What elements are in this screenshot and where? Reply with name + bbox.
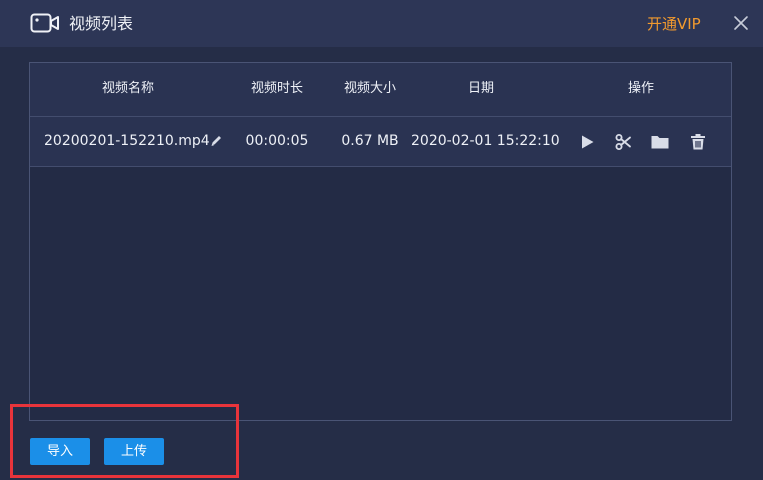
- row-date: 2020-02-01 15:22:10: [411, 133, 560, 149]
- scissors-icon[interactable]: [614, 132, 634, 152]
- header-video-duration: 视频时长: [250, 81, 303, 96]
- header-video-size: 视频大小: [343, 81, 396, 96]
- row-video-duration: 00:00:05: [245, 133, 309, 149]
- import-button[interactable]: 导入: [30, 438, 90, 465]
- close-icon[interactable]: [731, 13, 751, 33]
- folder-icon[interactable]: [650, 132, 670, 152]
- window-title: 视频列表: [69, 14, 134, 33]
- upload-button[interactable]: 上传: [104, 438, 164, 465]
- open-vip-link[interactable]: 开通VIP: [647, 14, 701, 34]
- row-video-name: 20200201-152210.mp4: [44, 133, 210, 149]
- title-bar: 视频列表 开通VIP: [0, 0, 763, 47]
- header-actions: 操作: [627, 81, 654, 96]
- pencil-icon[interactable]: [210, 134, 223, 147]
- row-video-size: 0.67 MB: [341, 133, 399, 149]
- video-camera-icon: [30, 13, 59, 33]
- video-table: 视频名称 视频时长 视频大小 日期 操作 20200201-152210.mp4…: [29, 62, 732, 421]
- trash-icon[interactable]: [688, 132, 708, 152]
- header-video-name: 视频名称: [101, 81, 154, 96]
- header-date: 日期: [467, 81, 494, 96]
- table-header: 视频名称 视频时长 视频大小 日期 操作: [30, 63, 731, 117]
- table-row: 20200201-152210.mp4 00:00:05 0.67 MB 202…: [30, 117, 731, 167]
- play-icon[interactable]: [577, 132, 597, 152]
